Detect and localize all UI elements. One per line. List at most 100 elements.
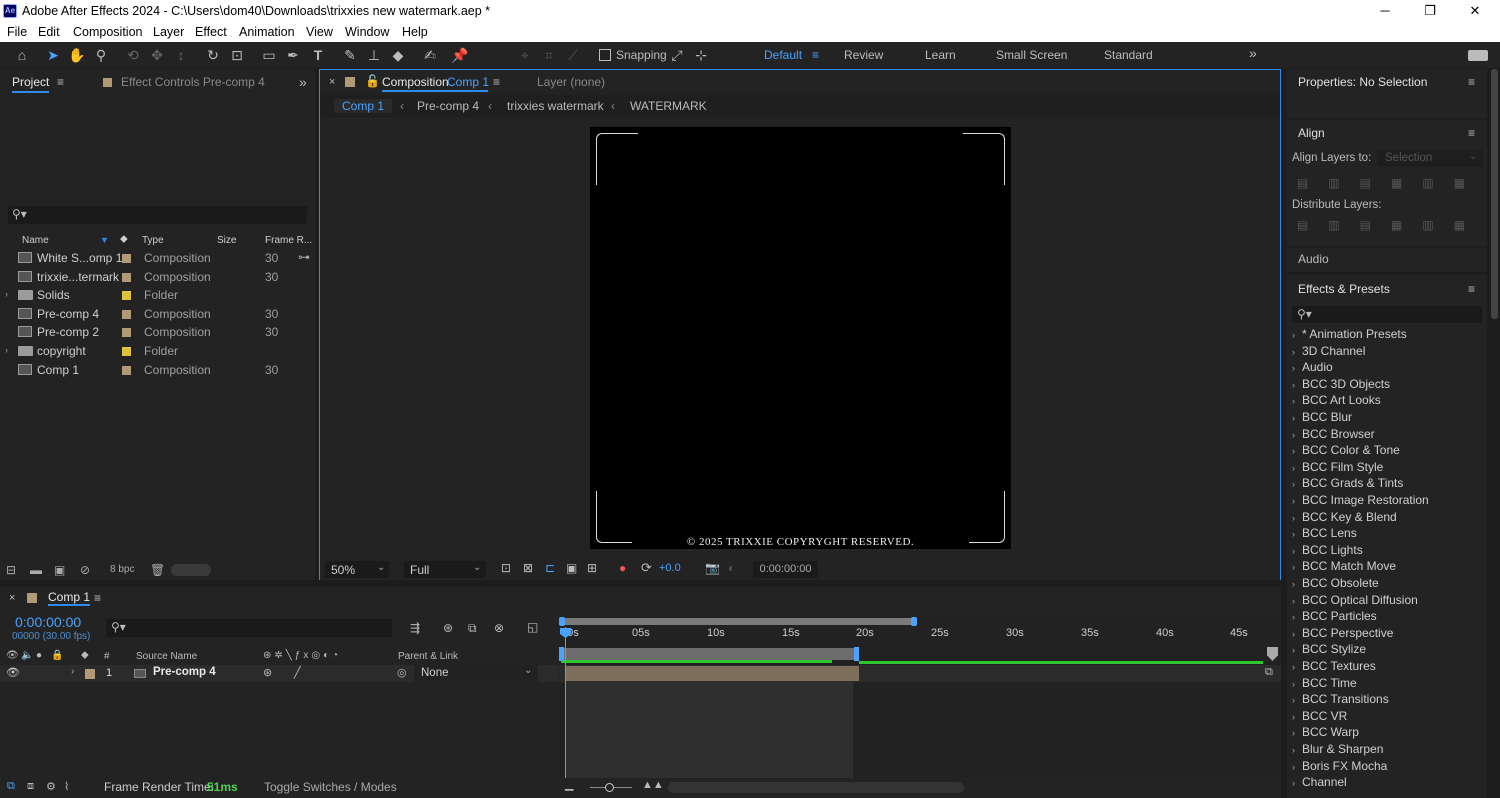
- list-item[interactable]: › BCC Blur: [1292, 410, 1352, 424]
- label-swatch[interactable]: [122, 328, 131, 337]
- project-item[interactable]: trixxie...termark Composition 30: [0, 268, 300, 286]
- close-tab-icon[interactable]: ×: [9, 592, 15, 604]
- project-item[interactable]: › copyright Folder: [0, 342, 300, 360]
- properties-menu-icon[interactable]: ≡: [1468, 75, 1475, 89]
- list-item[interactable]: › BCC Art Looks: [1292, 393, 1381, 407]
- home-icon[interactable]: ⌂: [13, 46, 31, 64]
- expand-chevron-icon[interactable]: ›: [1292, 479, 1302, 489]
- pen-tool-icon[interactable]: ✒: [284, 46, 302, 64]
- project-settings-icon[interactable]: ⊘: [80, 563, 90, 577]
- expand-chevron-icon[interactable]: ›: [1292, 546, 1302, 556]
- navigator-end-handle[interactable]: [911, 617, 917, 626]
- col-name[interactable]: Name: [22, 235, 49, 246]
- zoom-slider-thumb[interactable]: [605, 783, 614, 792]
- snap-features-icon[interactable]: ⊹: [692, 46, 710, 64]
- minimize-button[interactable]: ─: [1362, 2, 1408, 20]
- list-item[interactable]: › Blur & Sharpen: [1292, 742, 1383, 756]
- list-item[interactable]: › Audio: [1292, 360, 1333, 374]
- expand-chevron-icon[interactable]: ›: [1292, 463, 1302, 473]
- timeline-search-input[interactable]: ⚲▾: [106, 619, 392, 637]
- expand-chevron-icon[interactable]: ›: [1292, 579, 1302, 589]
- panel-overflow-icon[interactable]: »: [299, 74, 307, 90]
- pan-behind-tool-icon[interactable]: ⊡: [228, 46, 246, 64]
- timeline-graph[interactable]: 00s 05s 10s 15s 20s 25s 30s 35s 40s 45s …: [559, 615, 1281, 798]
- align-target-dropdown[interactable]: Selection ⌄: [1377, 150, 1483, 167]
- comp-button-icon[interactable]: ⧉: [1265, 666, 1273, 679]
- motion-blur-icon[interactable]: ◱: [527, 620, 538, 634]
- list-item[interactable]: › BCC Time: [1292, 676, 1357, 690]
- workspace-review[interactable]: Review: [844, 48, 883, 62]
- label-swatch[interactable]: [122, 347, 131, 356]
- menu-help[interactable]: Help: [402, 25, 428, 39]
- hand-tool-icon[interactable]: ✋: [68, 46, 86, 64]
- rectangle-tool-icon[interactable]: ▭: [260, 46, 278, 64]
- tab-project[interactable]: Project: [12, 75, 50, 93]
- draft-3d-icon[interactable]: ⊛: [443, 621, 453, 635]
- timecode-display[interactable]: 0:00:00:00: [753, 561, 818, 578]
- breadcrumb-trixxies-watermark[interactable]: trixxies watermark: [507, 99, 604, 113]
- modes-pane-icon[interactable]: ⧈: [27, 780, 34, 793]
- timeline-menu-icon[interactable]: ≡: [94, 591, 101, 605]
- distribute-buttons[interactable]: ▤▥▤▦▥▦: [1297, 218, 1477, 232]
- layer-label-swatch[interactable]: [85, 669, 95, 679]
- bpc-button[interactable]: 8 bpc: [110, 564, 134, 575]
- expand-chevron-icon[interactable]: ›: [1292, 778, 1302, 788]
- motion-graph-pane-icon[interactable]: ⌇: [64, 780, 69, 793]
- clone-stamp-tool-icon[interactable]: ⊥: [365, 46, 383, 64]
- expand-chevron-icon[interactable]: ›: [1292, 330, 1302, 340]
- snapshot-camera-icon[interactable]: 📷: [705, 561, 720, 575]
- workspace-standard[interactable]: Standard: [1104, 48, 1153, 62]
- close-button[interactable]: ✕: [1452, 2, 1498, 20]
- parent-dropdown[interactable]: None ⌄: [414, 665, 538, 682]
- video-switch-icon[interactable]: 👁: [6, 650, 19, 661]
- frame-blending-icon[interactable]: ⊗: [494, 621, 504, 635]
- list-item[interactable]: › BCC Perspective: [1292, 626, 1393, 640]
- zoom-in-icon[interactable]: ▲▲: [642, 779, 664, 791]
- audio-switch-icon[interactable]: 🔈: [21, 650, 33, 661]
- lock-icon[interactable]: 🔓: [365, 74, 380, 88]
- right-scrollbar-thumb[interactable]: [1491, 69, 1498, 319]
- new-composition-icon[interactable]: ▣: [54, 563, 65, 577]
- menu-animation[interactable]: Animation: [239, 25, 295, 39]
- expand-chevron-icon[interactable]: ›: [1292, 496, 1302, 506]
- quality-switch-icon[interactable]: ╱: [294, 666, 301, 679]
- list-item[interactable]: › BCC Stylize: [1292, 642, 1366, 656]
- col-parent-link[interactable]: Parent & Link: [398, 651, 458, 662]
- col-source-name[interactable]: Source Name: [136, 651, 197, 662]
- expand-chevron-icon[interactable]: ›: [1292, 430, 1302, 440]
- comp-end-marker[interactable]: [1267, 647, 1278, 661]
- orbit-camera-icon[interactable]: ⟲: [124, 46, 142, 64]
- expand-chevron-icon[interactable]: ›: [1292, 529, 1302, 539]
- snapping-checkbox[interactable]: [599, 49, 611, 61]
- expand-chevron-icon[interactable]: ›: [1292, 629, 1302, 639]
- label-tag-icon[interactable]: ⬥: [81, 649, 89, 662]
- col-size[interactable]: Size: [217, 235, 236, 246]
- new-folder-icon[interactable]: ▬: [30, 563, 42, 577]
- label-swatch[interactable]: [122, 273, 131, 282]
- workspace-small-screen[interactable]: Small Screen: [996, 48, 1067, 62]
- list-item[interactable]: › BCC Lens: [1292, 526, 1357, 540]
- delete-icon[interactable]: 🗑: [150, 563, 165, 577]
- list-item[interactable]: › * Animation Presets: [1292, 327, 1407, 341]
- layer-duration-bar[interactable]: [565, 666, 859, 681]
- exposure-value[interactable]: +0.0: [659, 562, 681, 574]
- color-channels-icon[interactable]: ●: [619, 561, 626, 575]
- menu-edit[interactable]: Edit: [38, 25, 60, 39]
- selection-tool-icon[interactable]: ➤: [44, 46, 62, 64]
- work-area-start-handle[interactable]: [559, 647, 564, 661]
- expand-chevron-icon[interactable]: ›: [1292, 380, 1302, 390]
- list-item[interactable]: › BCC Match Move: [1292, 559, 1396, 573]
- current-time-indicator[interactable]: [565, 627, 566, 798]
- expand-chevron-icon[interactable]: ›: [5, 289, 8, 299]
- expand-chevron-icon[interactable]: ›: [1292, 712, 1302, 722]
- zoom-out-icon[interactable]: ▁: [565, 778, 573, 791]
- composition-viewer[interactable]: © 2025 TRIXXIE COPYRYGHT RESERVED.: [590, 127, 1011, 549]
- menu-composition[interactable]: Composition: [73, 25, 142, 39]
- brush-tool-icon[interactable]: ✎: [341, 46, 359, 64]
- render-time-pane-icon[interactable]: ⚙: [46, 780, 56, 793]
- layer-tab[interactable]: Layer (none): [537, 75, 605, 89]
- breadcrumb-comp-1[interactable]: Comp 1: [334, 99, 393, 113]
- time-navigator-bar[interactable]: [561, 618, 916, 625]
- breadcrumb-watermark[interactable]: WATERMARK: [630, 99, 707, 113]
- lock-switch-icon[interactable]: 🔒: [51, 650, 63, 661]
